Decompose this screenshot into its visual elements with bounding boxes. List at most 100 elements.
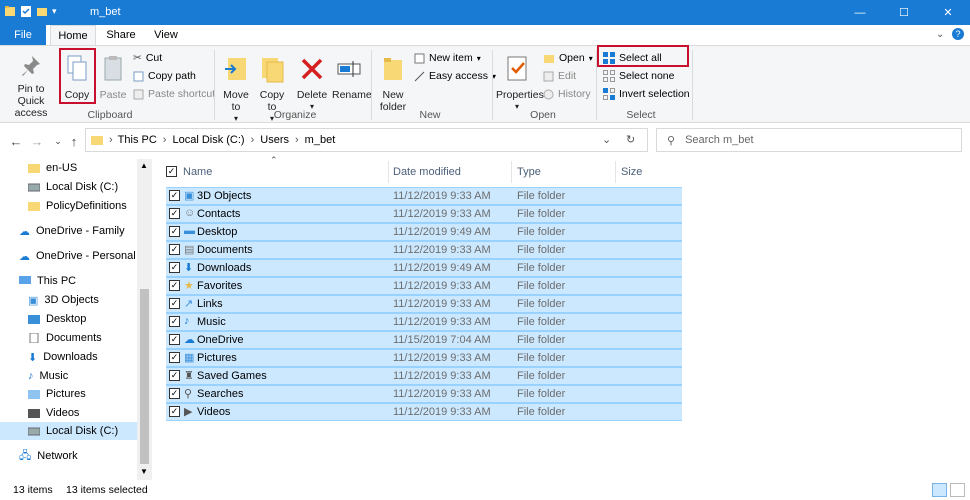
maximize-button[interactable]: ☐ — [882, 0, 926, 25]
scroll-down-arrow[interactable]: ▼ — [140, 467, 148, 476]
nav-item-en-us[interactable]: en-US — [28, 159, 77, 177]
nav-item-3d-objects[interactable]: ▣ 3D Objects — [28, 291, 99, 309]
table-row[interactable]: ✓ ♜ Saved Games 11/12/2019 9:33 AM File fold… — [166, 367, 682, 385]
table-row[interactable]: ✓ ☺ Contacts 11/12/2019 9:33 AM File folder — [166, 205, 682, 223]
cube-icon: ▣ — [28, 294, 39, 307]
copy-path-icon — [133, 71, 144, 81]
row-checkbox[interactable]: ✓ — [169, 388, 180, 399]
column-divider[interactable] — [615, 161, 616, 183]
nav-item-music[interactable]: ♪ Music — [28, 367, 68, 385]
row-checkbox[interactable]: ✓ — [169, 334, 180, 345]
select-all-checkbox[interactable]: ✓ — [166, 166, 177, 177]
pin-quick-access-button[interactable]: Pin to Quick access — [4, 54, 58, 119]
nav-item-local-disk-selected[interactable]: Local Disk (C:) — [0, 422, 137, 440]
nav-item-local-disk[interactable]: Local Disk (C:) — [28, 178, 118, 196]
tab-share[interactable]: Share — [100, 25, 142, 45]
copy-path-button[interactable]: Copy path — [133, 70, 196, 82]
customize-quick-access-icon[interactable]: ▾ — [52, 6, 57, 17]
scroll-up-arrow[interactable]: ▲ — [140, 161, 148, 170]
column-header-name[interactable]: Name — [183, 159, 383, 185]
paste-button[interactable]: Paste — [98, 54, 128, 101]
easy-access-button[interactable]: Easy access ▾ — [414, 70, 496, 82]
table-row[interactable]: ✓ ⬇ Downloads 11/12/2019 9:49 AM File folder — [166, 259, 682, 277]
nav-item-pictures[interactable]: Pictures — [28, 385, 86, 403]
column-divider[interactable] — [511, 161, 512, 183]
table-row[interactable]: ✓ ▬ Desktop 11/12/2019 9:49 AM File folder — [166, 223, 682, 241]
invert-selection-button[interactable]: Invert selection — [603, 88, 690, 100]
delete-button[interactable]: Delete ▾ — [296, 54, 328, 113]
table-row[interactable]: ✓ ♪ Music 11/12/2019 9:33 AM File folder — [166, 313, 682, 331]
close-button[interactable]: ✕ — [926, 0, 970, 25]
up-button[interactable]: ↑ — [66, 133, 82, 149]
table-row[interactable]: ✓ ▤ Documents 11/12/2019 9:33 AM File folder — [166, 241, 682, 259]
nav-item-documents[interactable]: Documents — [28, 329, 102, 347]
column-divider[interactable] — [388, 161, 389, 183]
history-button[interactable]: History — [543, 88, 591, 100]
breadcrumb-m-bet[interactable]: m_bet — [305, 134, 336, 146]
move-to-button[interactable]: Move to ▾ — [220, 54, 252, 125]
properties-quick-icon[interactable] — [20, 5, 32, 18]
tab-view[interactable]: View — [146, 25, 186, 45]
column-header-type[interactable]: Type — [517, 159, 612, 185]
nav-item-network[interactable]: 🖧 Network — [19, 447, 78, 465]
nav-item-onedrive-family[interactable]: ☁ OneDrive - Family — [19, 222, 125, 240]
nav-item-videos[interactable]: Videos — [28, 404, 79, 422]
forward-button[interactable]: → — [29, 133, 45, 149]
paste-icon — [104, 56, 122, 81]
tab-home[interactable]: Home — [50, 25, 96, 46]
properties-button[interactable]: Properties ▾ — [496, 54, 544, 113]
edit-button[interactable]: Edit — [543, 70, 576, 82]
nav-item-this-pc[interactable]: This PC — [19, 272, 76, 290]
nav-item-downloads[interactable]: ⬇ Downloads — [28, 348, 98, 366]
cut-button[interactable]: ✂ Cut — [133, 52, 162, 64]
select-none-button[interactable]: Select none — [603, 70, 674, 82]
minimize-button[interactable]: — — [838, 0, 882, 25]
row-checkbox[interactable]: ✓ — [169, 262, 180, 273]
paste-shortcut-button[interactable]: Paste shortcut — [133, 88, 215, 100]
new-item-button[interactable]: New item ▾ — [414, 52, 481, 64]
table-row[interactable]: ✓ ↗ Links 11/12/2019 9:33 AM File folder — [166, 295, 682, 313]
column-header-size[interactable]: Size — [621, 159, 681, 185]
breadcrumb-this-pc[interactable]: This PC — [118, 134, 157, 146]
search-input[interactable]: ⚲ Search m_bet — [656, 128, 962, 152]
row-checkbox[interactable]: ✓ — [169, 280, 180, 291]
large-icons-view-icon[interactable] — [950, 483, 965, 497]
new-folder-quick-icon[interactable] — [36, 5, 48, 18]
scroll-thumb[interactable] — [140, 289, 149, 464]
row-checkbox[interactable]: ✓ — [169, 370, 180, 381]
tab-file[interactable]: File — [0, 25, 46, 45]
table-row[interactable]: ✓ ⚲ Searches 11/12/2019 9:33 AM File folder — [166, 385, 682, 403]
new-folder-button[interactable]: New folder — [376, 54, 410, 113]
expand-ribbon-icon[interactable]: ⌄ — [936, 29, 944, 40]
row-checkbox[interactable]: ✓ — [169, 226, 180, 237]
row-checkbox[interactable]: ✓ — [169, 406, 180, 417]
help-icon[interactable]: ? — [952, 28, 964, 40]
table-row[interactable]: ✓ ★ Favorites 11/12/2019 9:33 AM File folder — [166, 277, 682, 295]
table-row[interactable]: ✓ ▦ Pictures 11/12/2019 9:33 AM File folder — [166, 349, 682, 367]
row-checkbox[interactable]: ✓ — [169, 298, 180, 309]
refresh-icon[interactable]: ↻ — [626, 133, 635, 146]
row-checkbox[interactable]: ✓ — [169, 190, 180, 201]
row-checkbox[interactable]: ✓ — [169, 244, 180, 255]
nav-item-onedrive-personal[interactable]: ☁ OneDrive - Personal — [19, 247, 136, 265]
music-icon: ♪ — [28, 370, 34, 382]
nav-item-policy-definitions[interactable]: PolicyDefinitions — [28, 197, 127, 215]
open-button[interactable]: Open ▾ — [543, 52, 593, 64]
nav-item-desktop[interactable]: Desktop — [28, 310, 86, 328]
row-checkbox[interactable]: ✓ — [169, 316, 180, 327]
table-row[interactable]: ✓ ☁ OneDrive 11/15/2019 7:04 AM File folder — [166, 331, 682, 349]
table-row[interactable]: ✓ ▣ 3D Objects 11/12/2019 9:33 AM File folde… — [166, 187, 682, 205]
recent-locations-button[interactable]: ⌄ — [50, 133, 66, 149]
details-view-icon[interactable] — [932, 483, 947, 497]
breadcrumb-local-disk[interactable]: Local Disk (C:) — [172, 134, 244, 146]
address-bar[interactable]: › This PC › Local Disk (C:) › Users › m_… — [85, 128, 648, 152]
breadcrumb-users[interactable]: Users — [260, 134, 289, 146]
nav-scrollbar[interactable]: ▲ ▼ — [137, 159, 152, 480]
rename-button[interactable]: Rename — [332, 54, 372, 101]
row-checkbox[interactable]: ✓ — [169, 352, 180, 363]
table-row[interactable]: ✓ ▶ Videos 11/12/2019 9:33 AM File folder — [166, 403, 682, 421]
row-checkbox[interactable]: ✓ — [169, 208, 180, 219]
back-button[interactable]: ← — [8, 133, 24, 149]
column-header-date[interactable]: Date modified — [393, 159, 508, 185]
chevron-down-icon[interactable]: ⌄ — [602, 133, 611, 146]
